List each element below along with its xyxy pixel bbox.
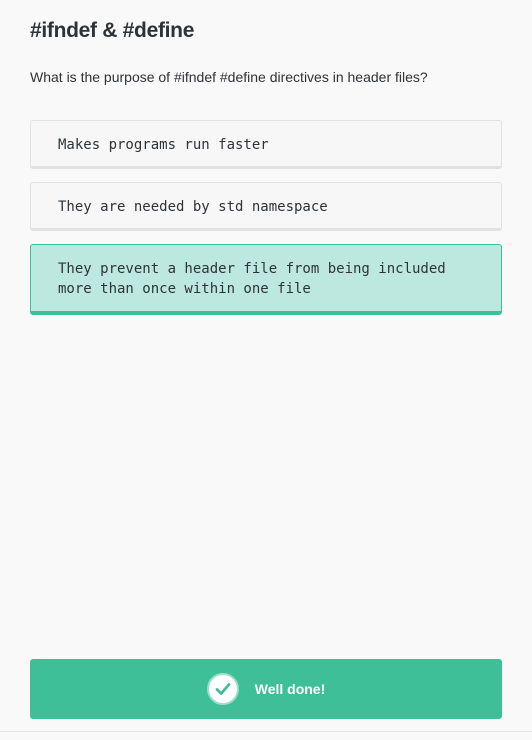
well-done-banner[interactable]: Well done! bbox=[30, 659, 502, 719]
answer-option-3-correct[interactable]: They prevent a header file from being in… bbox=[30, 244, 502, 315]
answer-option-label: They are needed by std namespace bbox=[58, 199, 328, 215]
question-text: What is the purpose of #ifndef #define d… bbox=[30, 69, 428, 85]
quiz-title: #ifndef & #define bbox=[30, 19, 195, 42]
answer-option-label: They prevent a header file from being in… bbox=[58, 261, 446, 297]
bottom-divider bbox=[0, 731, 532, 732]
answer-option-label: Makes programs run faster bbox=[58, 137, 269, 153]
answer-option-2[interactable]: They are needed by std namespace bbox=[30, 182, 502, 231]
answer-option-1[interactable]: Makes programs run faster bbox=[30, 120, 502, 169]
check-icon bbox=[206, 673, 239, 705]
feedback-text: Well done! bbox=[254, 681, 326, 697]
